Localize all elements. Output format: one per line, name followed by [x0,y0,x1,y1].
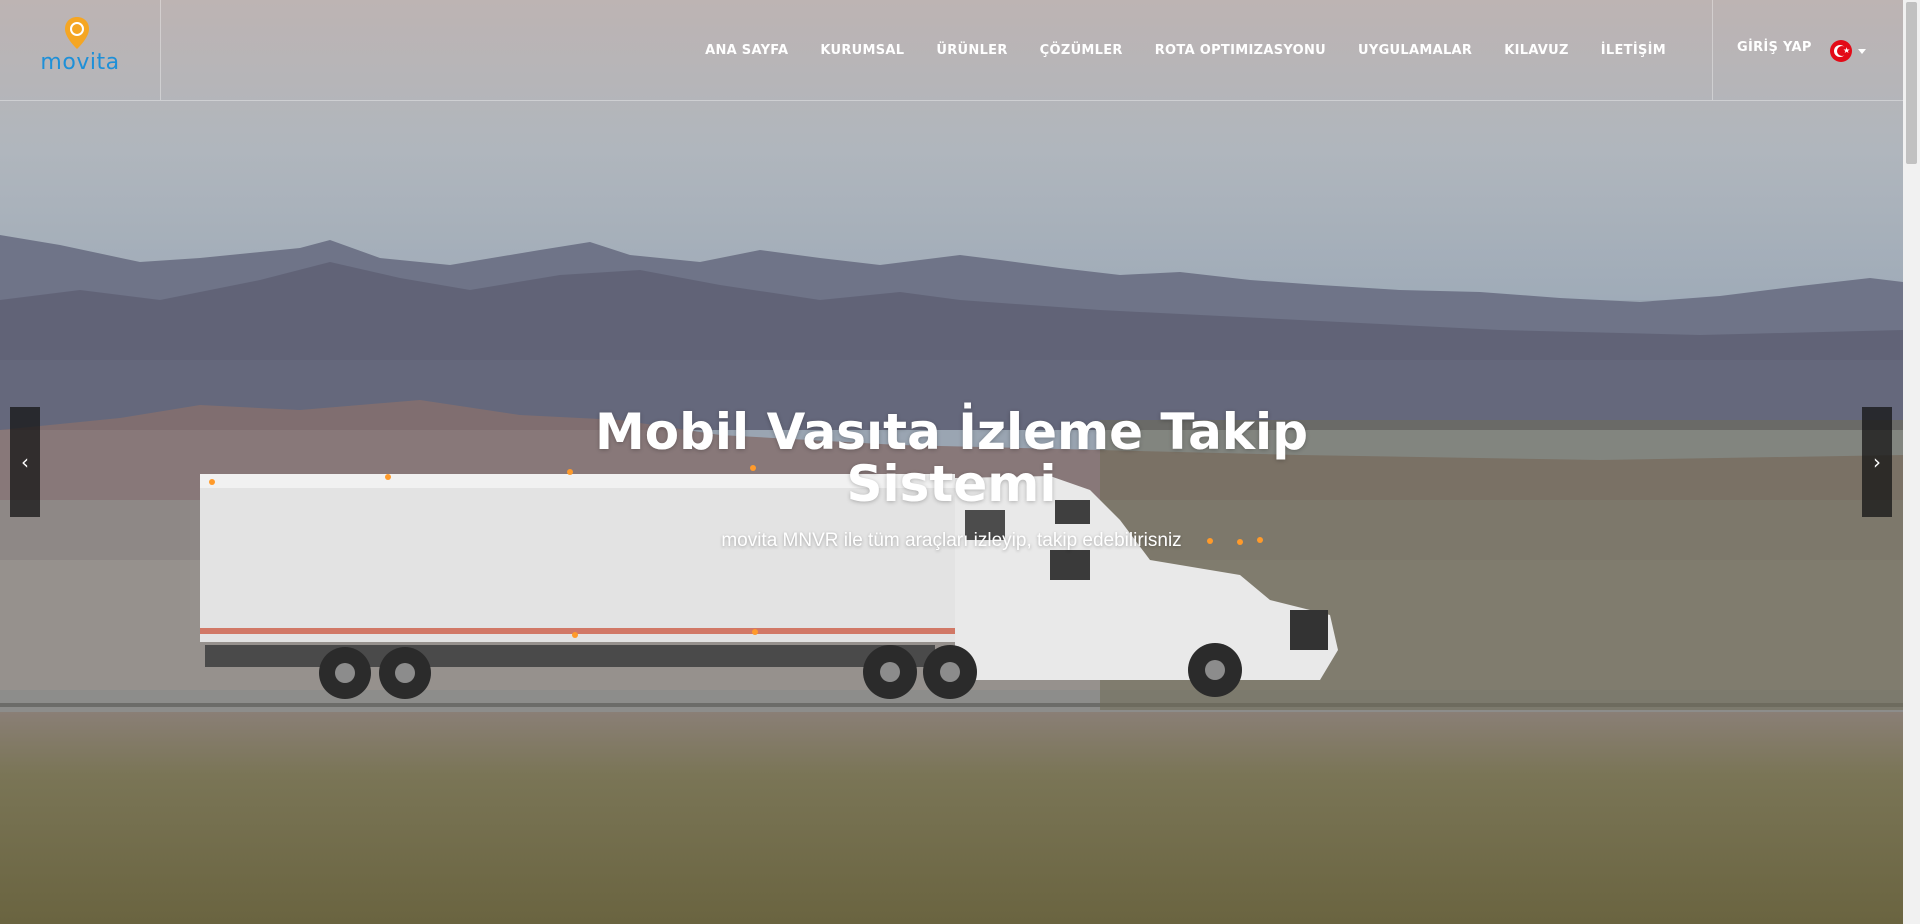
nav-item-ana-sayfa[interactable]: ANA SAYFA [705,43,788,58]
nav-item-rota-optimizasyonu[interactable]: ROTA OPTIMIZASYONU [1155,43,1326,58]
slider-next-button[interactable]: › [1862,407,1892,517]
map-pin-icon [65,17,89,49]
nav-item-uygulamalar[interactable]: UYGULAMALAR [1358,43,1472,58]
hero-title-line1: Mobil Vasıta İzleme Takip [595,403,1308,461]
nav-item-iletisim[interactable]: İLETİŞİM [1601,43,1666,58]
chevron-left-icon: ‹ [21,450,29,474]
slider-prev-button[interactable]: ‹ [10,407,40,517]
hero-subtitle: movita MNVR ile tüm araçları izleyip, ta… [721,530,1182,551]
nav-item-urunler[interactable]: ÜRÜNLER [936,43,1007,58]
caret-down-icon [1858,48,1866,54]
nav-item-kilavuz[interactable]: KILAVUZ [1504,43,1569,58]
logo-link[interactable]: movita [0,0,161,100]
main-nav: ANA SAYFA KURUMSAL ÜRÜNLER ÇÖZÜMLER ROTA… [673,0,1666,100]
login-link[interactable]: GİRİŞ YAP [1737,40,1812,55]
page-scrollbar[interactable] [1903,0,1920,924]
nav-item-cozumler[interactable]: ÇÖZÜMLER [1040,43,1123,58]
turkey-flag-icon: ★ [1830,40,1852,62]
hero-title-line2: Sistemi [846,455,1057,513]
language-selector[interactable]: ★ [1830,40,1866,62]
nav-divider [1712,0,1713,100]
hero-title: Mobil Vasıta İzleme Takip Sistemi [0,406,1903,510]
nav-item-kurumsal[interactable]: KURUMSAL [820,43,904,58]
chevron-right-icon: › [1873,450,1881,474]
site-header: movita ANA SAYFA KURUMSAL ÜRÜNLER ÇÖZÜML… [0,0,1903,101]
scrollbar-thumb[interactable] [1906,2,1917,164]
logo-wordmark: movita [40,50,120,75]
